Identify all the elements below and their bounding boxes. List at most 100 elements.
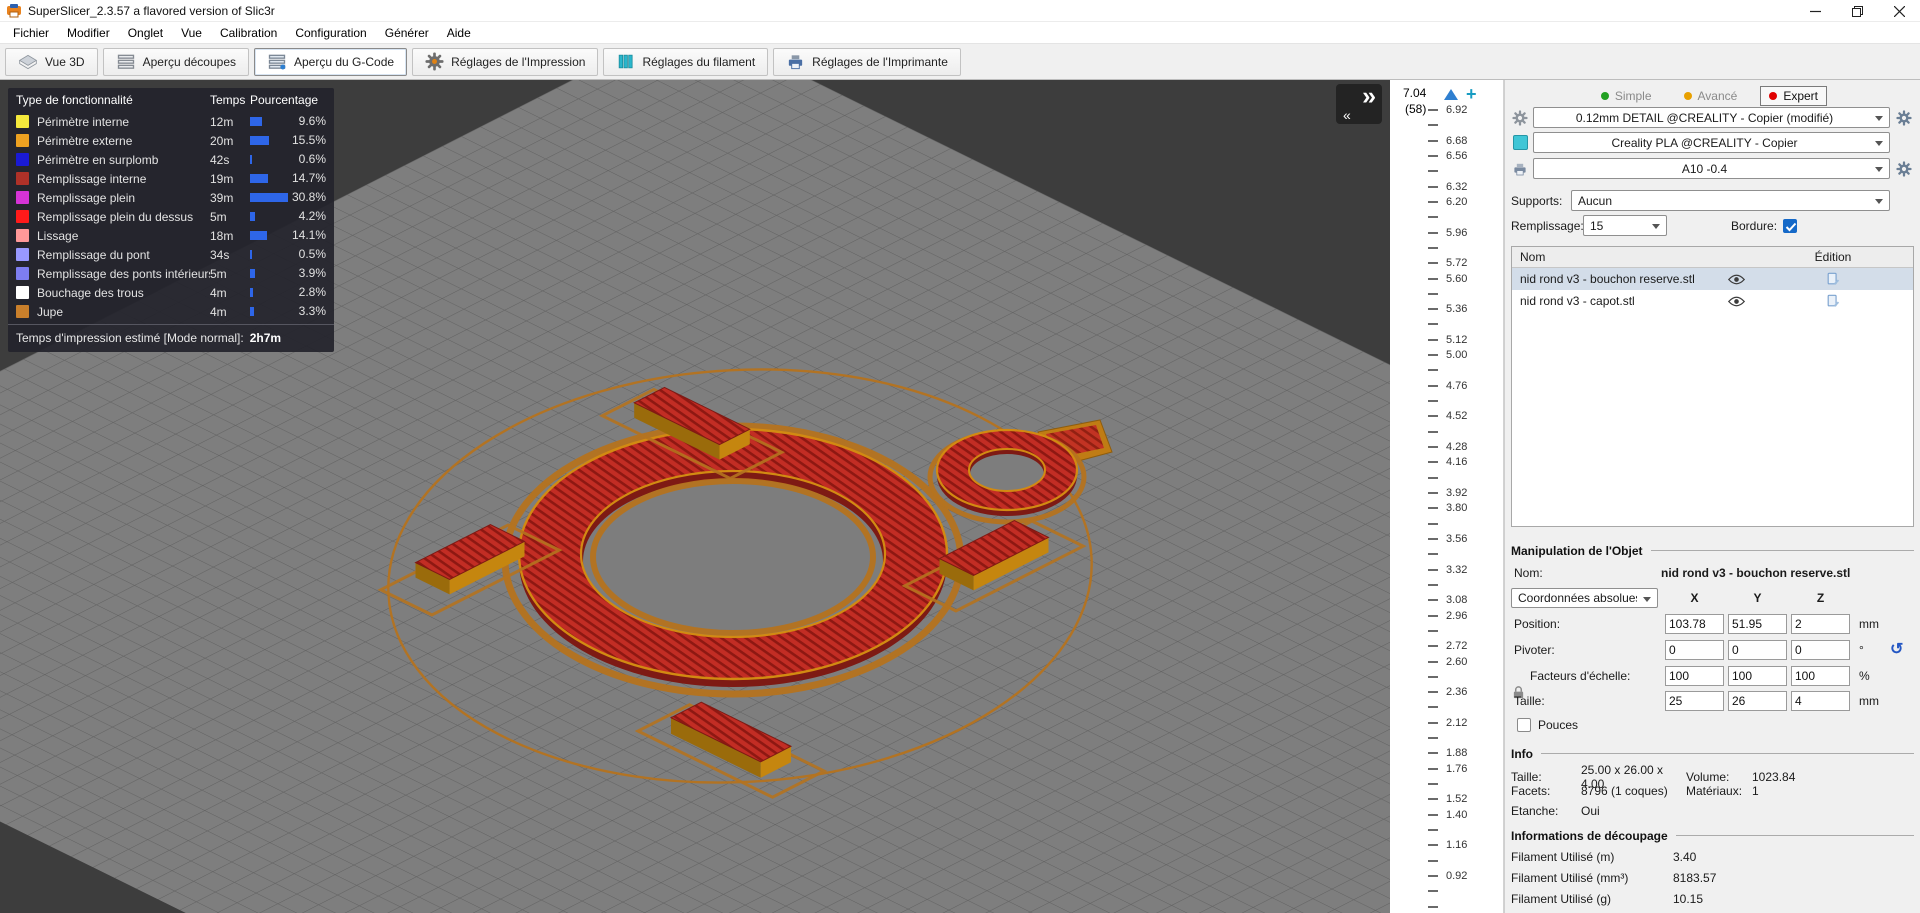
eye-icon[interactable] xyxy=(1719,274,1753,285)
menu-generer[interactable]: Générer xyxy=(376,22,438,44)
layer-tick xyxy=(1428,354,1438,357)
object-row[interactable]: nid rond v3 - bouchon reserve.stl xyxy=(1512,268,1913,290)
legend-row: Jupe 4m 3.3% xyxy=(8,302,334,321)
edit-object-icon[interactable] xyxy=(1753,294,1913,308)
tab-gcode-preview[interactable]: Aperçu du G-Code xyxy=(254,47,408,76)
rotate-z-input[interactable] xyxy=(1791,640,1850,660)
chevron-down-icon xyxy=(1875,199,1883,204)
inches-checkbox[interactable] xyxy=(1517,718,1531,732)
feature-color-swatch xyxy=(16,134,29,147)
feature-color-swatch xyxy=(16,153,29,166)
size-x-input[interactable] xyxy=(1665,691,1724,711)
infill-select[interactable]: 15 xyxy=(1583,215,1667,236)
printer-profile-select[interactable]: A10 -0.4 xyxy=(1533,158,1890,179)
minimize-button[interactable] xyxy=(1794,0,1836,22)
menu-onglet[interactable]: Onglet xyxy=(119,22,172,44)
scale-z-input[interactable] xyxy=(1791,666,1850,686)
position-x-input[interactable] xyxy=(1665,614,1724,634)
print-settings-preset-icon xyxy=(1511,109,1529,127)
layer-tick xyxy=(1428,660,1438,663)
printed-ring-object xyxy=(501,422,965,698)
info-materials-label: Matériaux: xyxy=(1686,784,1743,798)
brim-label: Bordure: xyxy=(1731,218,1778,233)
layer-tick-label: 5.96 xyxy=(1446,226,1468,239)
layer-tick xyxy=(1428,216,1438,219)
edit-print-profile-button[interactable] xyxy=(1894,108,1914,128)
menu-fichier[interactable]: Fichier xyxy=(4,22,58,44)
layer-tick xyxy=(1428,446,1438,449)
supports-select[interactable]: Aucun xyxy=(1571,190,1890,211)
layer-tick-label: 4.16 xyxy=(1446,456,1468,469)
object-name-value: nid rond v3 - bouchon reserve.stl xyxy=(1661,566,1851,580)
layer-tick-label: 5.36 xyxy=(1446,303,1468,316)
coordinate-mode-select[interactable]: Coordonnées absolues xyxy=(1511,587,1658,608)
layer-tick-label: 3.32 xyxy=(1446,563,1468,576)
scale-y-input[interactable] xyxy=(1728,666,1787,686)
tab-sliced-preview[interactable]: Aperçu découpes xyxy=(102,47,249,76)
menu-calibration[interactable]: Calibration xyxy=(211,22,286,44)
layer-tick xyxy=(1428,231,1438,234)
object-row[interactable]: nid rond v3 - capot.stl xyxy=(1512,290,1913,312)
legend-row: Remplissage des ponts intérieurs 5m 3.9% xyxy=(8,264,334,283)
tab-filament-settings[interactable]: Réglages du filament xyxy=(603,47,769,76)
legend-row: Périmètre externe 20m 15.5% xyxy=(8,131,334,150)
size-z-input[interactable] xyxy=(1791,691,1850,711)
filament-used-mm3-label: Filament Utilisé (mm³) xyxy=(1511,870,1629,885)
legend-title: Type de fonctionnalité xyxy=(16,93,133,107)
menu-modifier[interactable]: Modifier xyxy=(58,22,119,44)
layer-tick xyxy=(1428,675,1438,678)
feature-color-swatch xyxy=(16,115,29,128)
reset-rotation-icon[interactable]: ↺ xyxy=(1890,642,1912,658)
position-z-input[interactable] xyxy=(1791,614,1850,634)
layer-tick xyxy=(1428,139,1438,142)
layer-tick xyxy=(1428,737,1438,740)
rotate-x-input[interactable] xyxy=(1665,640,1724,660)
layer-tick-label: 6.20 xyxy=(1446,195,1468,208)
layer-tick-label: 5.12 xyxy=(1446,333,1468,346)
edit-object-icon[interactable] xyxy=(1753,272,1913,286)
brim-checkbox[interactable] xyxy=(1783,218,1798,233)
menu-configuration[interactable]: Configuration xyxy=(286,22,375,44)
mode-button-expert[interactable]: Expert xyxy=(1760,86,1827,106)
collapse-sidebar-button[interactable]: » « xyxy=(1336,82,1382,124)
position-y-input[interactable] xyxy=(1728,614,1787,634)
mode-button-simple[interactable]: Simple xyxy=(1592,86,1661,106)
layer-tick xyxy=(1428,721,1438,724)
layer-tick-label: 6.92 xyxy=(1446,104,1468,116)
layer-tick xyxy=(1428,859,1438,862)
layer-tick-label: 2.60 xyxy=(1446,655,1468,668)
maximize-button[interactable] xyxy=(1836,0,1878,22)
layer-tick xyxy=(1428,752,1438,755)
gcode-viewport[interactable]: Type de fonctionnalité Temps Pourcentage… xyxy=(0,80,1390,913)
mode-button-avance[interactable]: Avancé xyxy=(1675,86,1747,106)
layer-tick xyxy=(1428,461,1438,464)
tab-print-settings[interactable]: Réglages de l'Impression xyxy=(412,47,599,76)
print-profile-select[interactable]: 0.12mm DETAIL @CREALITY - Copier (modifi… xyxy=(1533,107,1890,128)
layer-tick xyxy=(1428,246,1438,249)
close-button[interactable] xyxy=(1878,0,1920,22)
feature-color-swatch xyxy=(16,248,29,261)
layer-tick xyxy=(1428,200,1438,203)
info-size-label: Taille: xyxy=(1511,770,1542,784)
menu-vue[interactable]: Vue xyxy=(172,22,211,44)
feature-color-swatch xyxy=(16,305,29,318)
mode-dot-icon xyxy=(1683,92,1692,100)
info-facets-label: Facets: xyxy=(1511,784,1551,798)
layer-tick-scale[interactable]: 6.92 6.68 6.56 6.32 6.20 5.96 5.72 5.60 5.36 5.12… xyxy=(1390,80,1503,913)
size-y-input[interactable] xyxy=(1728,691,1787,711)
edit-printer-profile-button[interactable] xyxy=(1894,159,1914,179)
position-label: Position: xyxy=(1514,617,1561,631)
layer-slider[interactable]: 7.04 (58) + 6.92 6.68 6.56 6.32 6.20 5.96 5.72… xyxy=(1390,80,1504,913)
scale-x-input[interactable] xyxy=(1665,666,1724,686)
filament-profile-select[interactable]: Creality PLA @CREALITY - Copier xyxy=(1533,132,1890,153)
filament-used-g-label: Filament Utilisé (g) xyxy=(1511,891,1612,906)
rotate-y-input[interactable] xyxy=(1728,640,1787,660)
tab-printer-settings[interactable]: Réglages de l'Imprimante xyxy=(773,47,961,76)
eye-icon[interactable] xyxy=(1719,296,1753,307)
mode-selector: Simple Avancé Expert xyxy=(1511,86,1827,106)
chevron-down-icon xyxy=(1875,116,1883,121)
layer-tick xyxy=(1428,599,1438,602)
menu-aide[interactable]: Aide xyxy=(438,22,480,44)
layer-tick xyxy=(1428,905,1438,908)
tab-3d-view[interactable]: Vue 3D xyxy=(5,47,98,76)
